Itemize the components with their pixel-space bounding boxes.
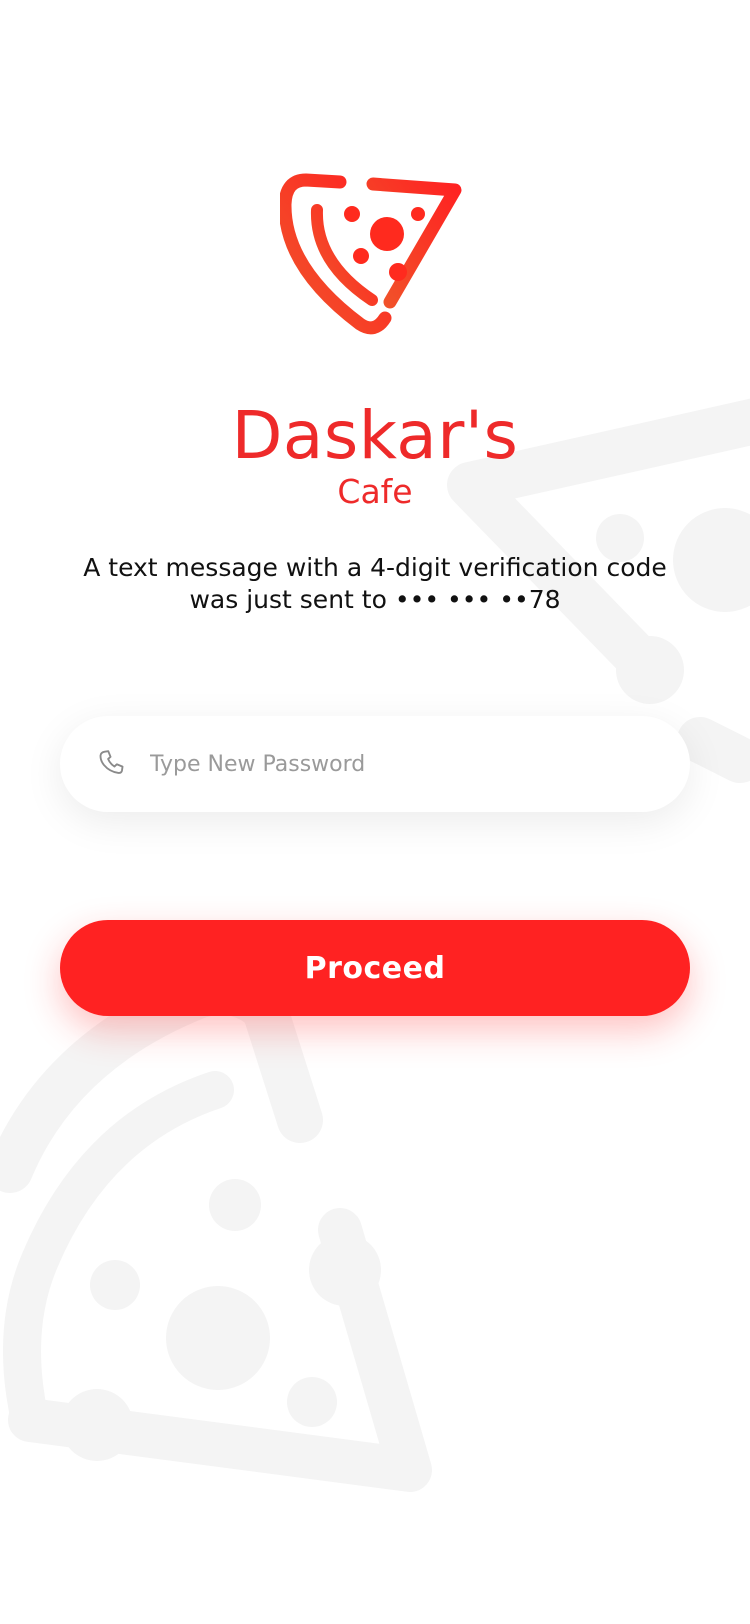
verification-message-line-2: was just sent to ••• ••• ••78 (189, 585, 561, 614)
pizza-slice-icon (280, 173, 462, 335)
brand-name: Daskar's (231, 397, 519, 474)
verification-message-line-1: A text message with a 4-digit verificati… (83, 553, 667, 582)
proceed-button[interactable]: Proceed (60, 920, 690, 1016)
brand-subtitle: Cafe (337, 472, 413, 511)
verification-message: A text message with a 4-digit verificati… (60, 552, 690, 616)
verification-screen: Daskar's Cafe A text message with a 4-di… (0, 0, 750, 1624)
new-password-input[interactable] (150, 734, 670, 794)
phone-icon (94, 746, 130, 782)
password-field[interactable] (60, 716, 690, 812)
